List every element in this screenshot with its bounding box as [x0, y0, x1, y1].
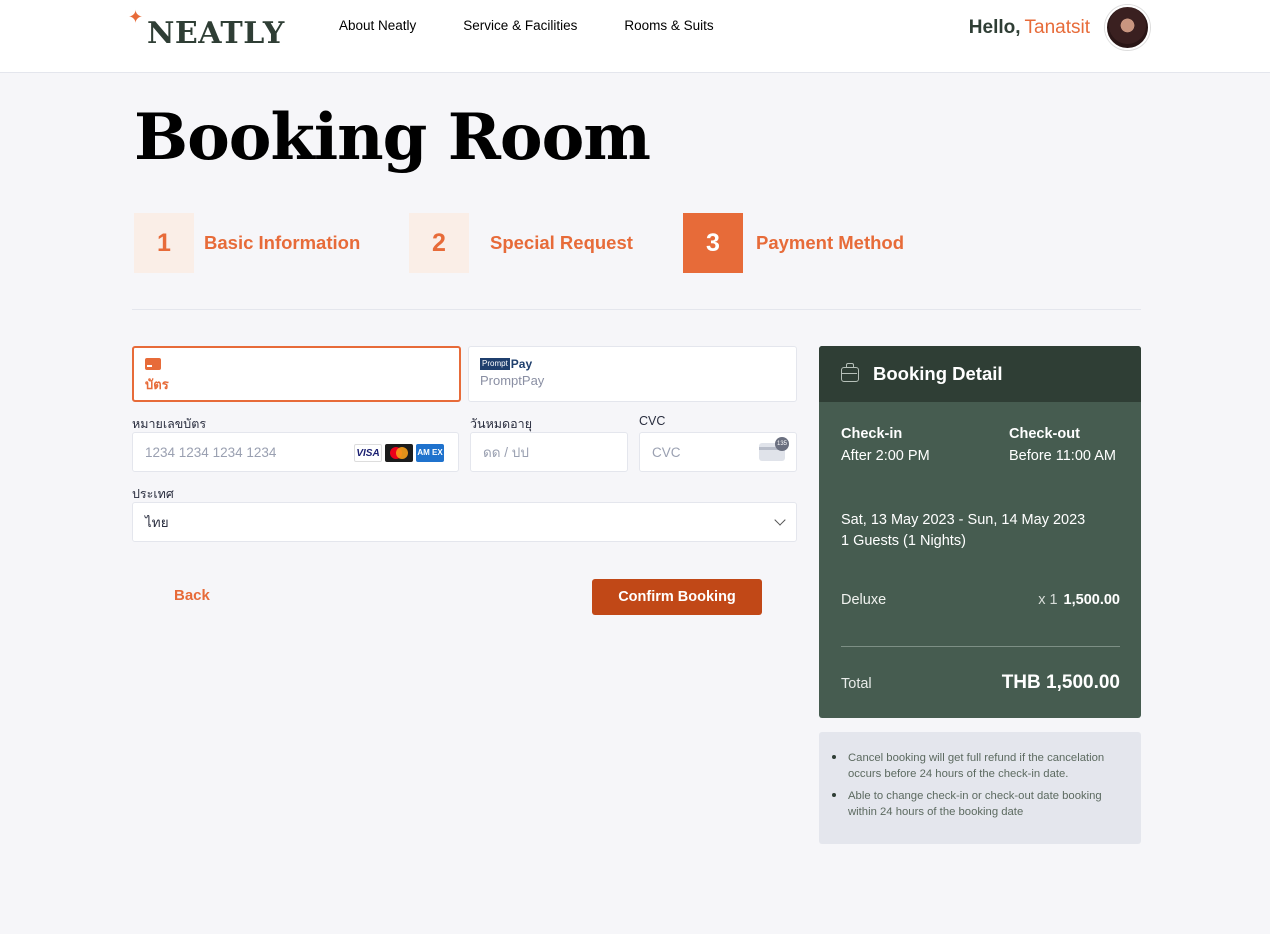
expiry-input[interactable]: ดด / ปป: [470, 432, 628, 472]
total-value: THB 1,500.00: [1001, 672, 1120, 693]
date-range: Sat, 13 May 2023 - Sun, 14 May 2023: [841, 512, 1086, 528]
checkout-info: Check-out Before 11:00 AM: [1009, 423, 1116, 467]
expiry-placeholder: ดด / ปป: [483, 445, 529, 460]
promptpay-logo-icon: Prompt Pay: [480, 357, 785, 371]
card-brands: VISA AM EX: [351, 444, 444, 462]
booking-dates: Sat, 13 May 2023 - Sun, 14 May 2023 1 Gu…: [841, 510, 1085, 552]
promptpay-tab-label: PromptPay: [480, 373, 545, 388]
mastercard-icon: [385, 444, 413, 462]
cvc-card-icon: [759, 437, 789, 461]
step-payment-method: 3 Payment Method: [683, 213, 904, 273]
booking-notes: Cancel booking will get full refund if t…: [819, 732, 1141, 844]
checkin-value: After 2:00 PM: [841, 448, 930, 464]
card-number-label: หมายเลขบัตร: [132, 417, 207, 431]
room-type: Deluxe: [841, 592, 887, 608]
nav-link-services[interactable]: Service & Facilities: [463, 18, 577, 33]
step-special-request: 2 Special Request: [409, 213, 633, 273]
logo-text: NEATLY: [147, 16, 285, 51]
booking-detail-header: Booking Detail: [819, 346, 1141, 402]
total-divider: [841, 646, 1120, 647]
card-tab-label: บัตร: [145, 377, 169, 392]
booking-detail-panel: Booking Detail Check-in After 2:00 PM Ch…: [819, 346, 1141, 718]
country-label: ประเทศ: [132, 487, 174, 501]
checkin-label: Check-in: [841, 426, 903, 442]
cvc-input[interactable]: CVC: [639, 432, 797, 472]
user-avatar[interactable]: [1105, 5, 1150, 50]
checkin-info: Check-in After 2:00 PM: [841, 423, 930, 467]
visa-icon: VISA: [354, 444, 382, 462]
country-value: ไทย: [145, 515, 169, 530]
section-divider: [132, 309, 1141, 310]
page-title: Booking Room: [134, 100, 651, 175]
step-number: 1: [134, 213, 194, 273]
room-price: 1,500.00: [1063, 592, 1120, 608]
chevron-down-icon: [774, 514, 786, 526]
step-label: Payment Method: [756, 232, 905, 253]
amex-icon: AM EX: [416, 444, 444, 462]
step-number: 2: [409, 213, 469, 273]
room-quantity: x 1: [1038, 592, 1058, 608]
promptpay-logo-text: Pay: [510, 357, 533, 371]
top-navbar: ✦ NEATLY About Neatly Service & Faciliti…: [0, 0, 1270, 73]
checkout-label: Check-out: [1009, 426, 1080, 442]
nav-link-rooms[interactable]: Rooms & Suits: [624, 18, 713, 33]
country-select[interactable]: ไทย: [132, 502, 797, 542]
user-greeting: Hello, Tanatsit: [969, 17, 1090, 39]
room-price-row: x 1 1,500.00: [1038, 592, 1120, 608]
cvc-placeholder: CVC: [652, 444, 681, 460]
card-number-placeholder: 1234 1234 1234 1234: [145, 444, 277, 460]
step-number: 3: [683, 213, 743, 273]
sparkle-icon: ✦: [128, 7, 144, 27]
booking-detail-title: Booking Detail: [873, 363, 1003, 384]
total-label: Total: [841, 676, 872, 692]
step-label: Special Request: [490, 232, 633, 253]
cvc-label: CVC: [639, 414, 666, 428]
step-label: Basic Information: [204, 232, 361, 253]
payment-tab-card[interactable]: บัตร: [132, 346, 461, 402]
briefcase-icon: [841, 362, 859, 382]
note-item: Cancel booking will get full refund if t…: [832, 750, 1123, 782]
greeting-hello: Hello,: [968, 17, 1021, 38]
note-item: Able to change check-in or check-out dat…: [832, 788, 1123, 820]
card-number-input[interactable]: 1234 1234 1234 1234 VISA AM EX: [132, 432, 459, 472]
checkout-value: Before 11:00 AM: [1009, 448, 1116, 464]
nav-links: About Neatly Service & Facilities Rooms …: [339, 18, 761, 33]
credit-card-icon: [145, 358, 161, 370]
back-button[interactable]: Back: [174, 587, 210, 604]
confirm-booking-button[interactable]: Confirm Booking: [592, 579, 762, 615]
expiry-label: วันหมดอายุ: [470, 417, 533, 431]
step-basic-information: 1 Basic Information: [134, 213, 360, 273]
promptpay-logo-box: Prompt: [480, 358, 510, 370]
guest-count: 1 Guests (1 Nights): [841, 533, 966, 549]
nav-link-about[interactable]: About Neatly: [339, 18, 416, 33]
greeting-username: Tanatsit: [1024, 17, 1090, 38]
payment-tab-promptpay[interactable]: Prompt Pay PromptPay: [468, 346, 797, 402]
